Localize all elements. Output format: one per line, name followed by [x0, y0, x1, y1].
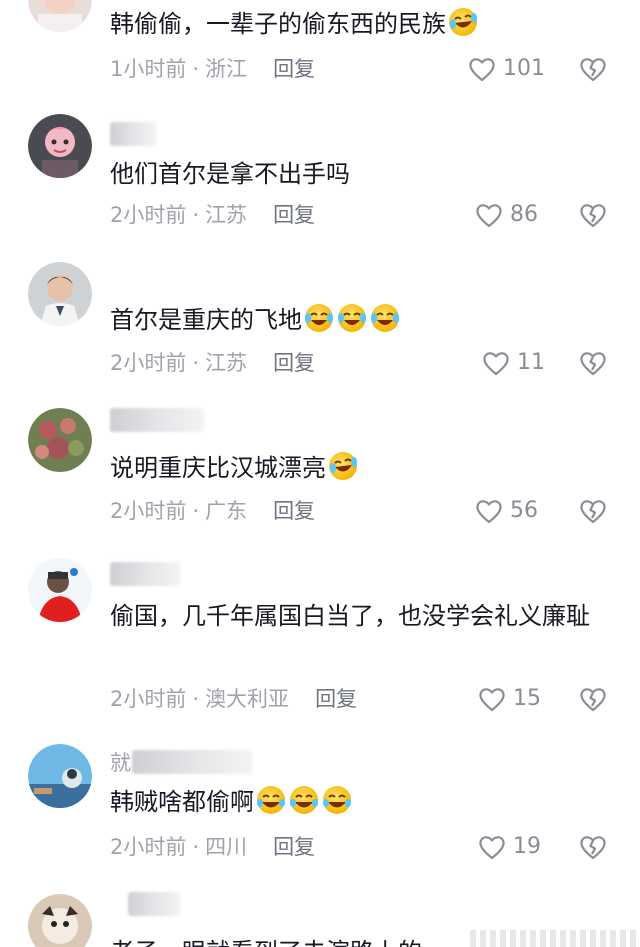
broken-heart-icon — [580, 688, 606, 712]
username-partial[interactable]: 就 — [110, 748, 131, 778]
laugh-cry-emoji — [371, 304, 399, 332]
dislike-button[interactable] — [578, 54, 608, 84]
grin-sweat-emoji — [323, 786, 351, 814]
dislike-button[interactable] — [578, 200, 608, 230]
username-blurred[interactable] — [110, 562, 180, 586]
username-blurred[interactable] — [110, 122, 156, 146]
like-button[interactable]: 19 — [477, 832, 541, 862]
location: 浙江 — [205, 57, 248, 81]
heart-icon — [469, 58, 495, 82]
time: 2小时前 — [110, 203, 187, 227]
location: 广东 — [205, 499, 248, 523]
reply-button[interactable]: 回复 — [273, 57, 315, 81]
comment-meta: 2小时前 · 广东 回复 — [110, 499, 316, 523]
broken-heart-icon — [580, 58, 606, 82]
like-count: 15 — [513, 686, 541, 711]
time: 2小时前 — [110, 835, 187, 859]
location: 江苏 — [205, 351, 248, 375]
reply-button[interactable]: 回复 — [273, 499, 315, 523]
laugh-cry-emoji — [329, 452, 357, 480]
broken-heart-icon — [580, 204, 606, 228]
broken-heart-icon — [580, 500, 606, 524]
comment-text: 说明重庆比汉城漂亮 — [110, 448, 615, 488]
avatar[interactable] — [28, 894, 92, 947]
heart-icon — [483, 352, 509, 376]
comment-text: 韩偷偷，一辈子的偷东西的民族 — [110, 4, 615, 44]
comment-meta: 2小时前 · 江苏 回复 — [110, 203, 316, 227]
heart-icon — [479, 836, 505, 860]
reply-button[interactable]: 回复 — [273, 203, 315, 227]
like-button[interactable]: 101 — [467, 54, 545, 84]
heart-icon — [476, 204, 502, 228]
comment-text: 韩贼啥都偷啊 — [110, 782, 615, 822]
avatar[interactable] — [28, 744, 92, 808]
dislike-button[interactable] — [578, 496, 608, 526]
comment-meta: 2小时前 · 江苏 回复 — [110, 351, 316, 375]
bottom-watermark — [470, 930, 640, 947]
grin-sweat-emoji — [257, 786, 285, 814]
like-count: 86 — [510, 202, 538, 227]
comment-meta: 2小时前 · 澳大利亚 回复 — [110, 687, 358, 711]
like-button[interactable]: 56 — [474, 496, 538, 526]
like-count: 11 — [517, 350, 545, 375]
heart-icon — [476, 500, 502, 524]
time: 1小时前 — [110, 57, 187, 81]
username-blurred[interactable] — [132, 750, 252, 774]
broken-heart-icon — [580, 836, 606, 860]
avatar[interactable] — [28, 262, 92, 326]
time: 2小时前 — [110, 499, 187, 523]
avatar[interactable] — [28, 0, 92, 32]
like-count: 101 — [503, 56, 545, 81]
laugh-cry-emoji — [338, 304, 366, 332]
dislike-button[interactable] — [578, 684, 608, 714]
comment-text: 偷国，几千年属国白当了，也没学会礼义廉耻 — [110, 602, 590, 630]
dislike-button[interactable] — [578, 348, 608, 378]
reply-button[interactable]: 回复 — [273, 835, 315, 859]
laugh-cry-emoji — [305, 304, 333, 332]
avatar[interactable] — [28, 408, 92, 472]
like-button[interactable]: 15 — [477, 684, 541, 714]
comment-meta: 1小时前 · 浙江 回复 — [110, 57, 316, 81]
heart-icon — [479, 688, 505, 712]
comment-text: 首尔是重庆的飞地 — [110, 300, 615, 340]
dislike-button[interactable] — [578, 832, 608, 862]
broken-heart-icon — [580, 352, 606, 376]
like-button[interactable]: 86 — [474, 200, 538, 230]
time: 2小时前 — [110, 687, 187, 711]
like-count: 19 — [513, 834, 541, 859]
location: 四川 — [205, 835, 248, 859]
location: 江苏 — [205, 203, 248, 227]
comment-meta: 2小时前 · 四川 回复 — [110, 835, 316, 859]
avatar[interactable] — [28, 114, 92, 178]
comment-text: 他们首尔是拿不出手吗 — [110, 160, 350, 188]
reply-button[interactable]: 回复 — [273, 351, 315, 375]
like-button[interactable]: 11 — [481, 348, 545, 378]
avatar[interactable] — [28, 558, 92, 622]
laugh-cry-emoji — [449, 8, 477, 36]
location: 澳大利亚 — [205, 687, 290, 711]
reply-button[interactable]: 回复 — [315, 687, 357, 711]
username-blurred[interactable] — [110, 408, 204, 432]
grin-sweat-emoji — [290, 786, 318, 814]
time: 2小时前 — [110, 351, 187, 375]
username-blurred[interactable] — [128, 892, 180, 916]
like-count: 56 — [510, 498, 538, 523]
